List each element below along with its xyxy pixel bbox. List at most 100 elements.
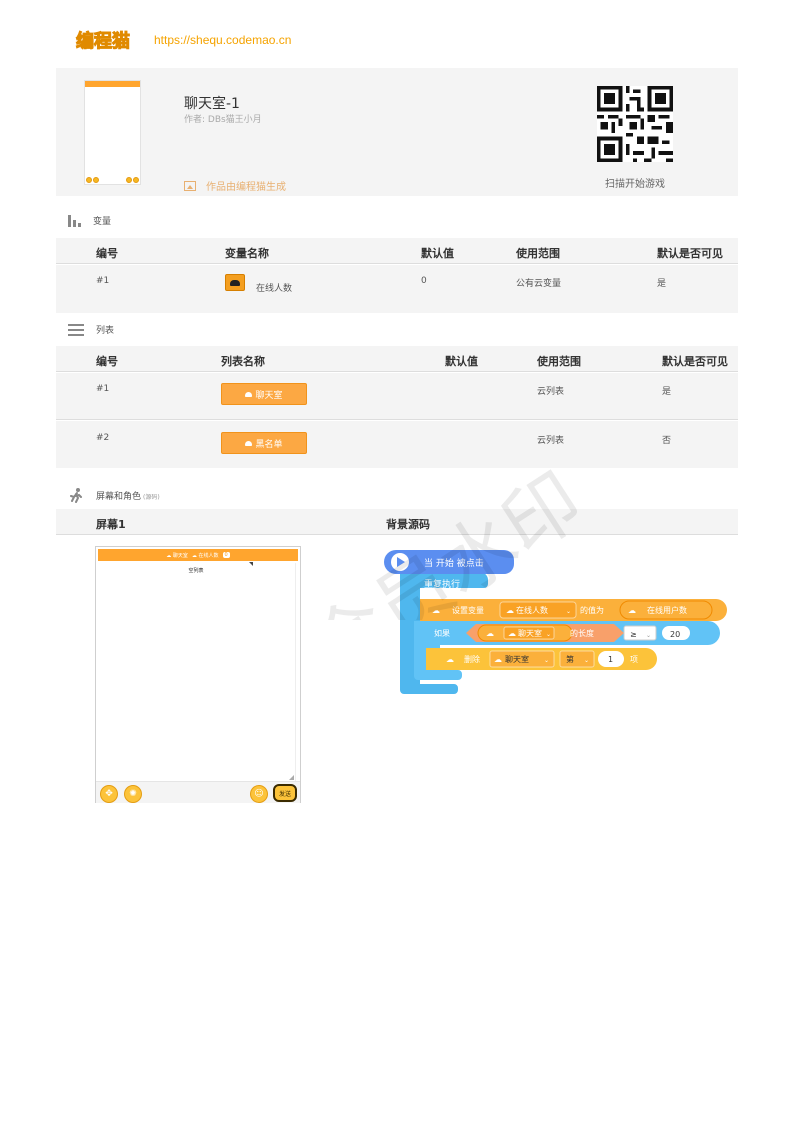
lists-section-title: 列表 bbox=[68, 323, 114, 336]
col-list-name: 列表名称 bbox=[221, 355, 265, 368]
generated-note: 作品由编程猫生成 bbox=[184, 178, 286, 193]
set-var-prefix: 设置变量 bbox=[452, 605, 484, 615]
resize-handle[interactable] bbox=[289, 775, 294, 780]
col-screen: 屏幕1 bbox=[96, 518, 126, 531]
screen-preview: ☁ 聊天室 ☁ 在线人数 0 空列表 ✥ ✺ ☺ 发送 bbox=[95, 546, 301, 803]
col-scope: 使用范围 bbox=[537, 355, 581, 368]
online-users-label: 在线用户数 bbox=[647, 605, 687, 615]
variables-title-label: 变量 bbox=[93, 217, 112, 227]
header: 编程猫 https://shequ.codemao.cn bbox=[76, 28, 292, 53]
code-blocks: 当 开始 被点击 重复执行 ☁ 设置变量 ☁ 在线人数 ⌄ 的值为 ☁ 在线用户… bbox=[384, 550, 727, 694]
chevron-down-icon: ⌄ bbox=[546, 631, 551, 638]
list-area bbox=[100, 563, 296, 781]
list-name-chip: 黑名单 bbox=[221, 432, 307, 454]
delete-prefix: 删除 bbox=[464, 654, 480, 664]
variables-section-title: 变量 bbox=[68, 214, 111, 227]
screen-bottom-bar: ✥ ✺ ☺ 发送 bbox=[96, 781, 300, 803]
send-button[interactable]: 发送 bbox=[273, 784, 297, 802]
codemao-logo: 编程猫 bbox=[76, 31, 131, 53]
chevron-down-icon: ⌄ bbox=[584, 657, 589, 664]
cloud-icon: ☁ bbox=[494, 655, 502, 664]
var-scope: 公有云变量 bbox=[516, 279, 562, 289]
operator-dropdown[interactable] bbox=[623, 625, 657, 641]
list-name-chip: 聊天室 bbox=[221, 383, 307, 405]
lists-table-header: 编号 列表名称 默认值 使用范围 默认是否可见 bbox=[56, 346, 738, 372]
site-url[interactable]: https://shequ.codemao.cn bbox=[154, 33, 291, 47]
chevron-down-icon: ⌄ bbox=[566, 608, 571, 615]
compare-value: 20 bbox=[670, 630, 680, 639]
list-id: #1 bbox=[96, 384, 110, 394]
delete-suffix: 项 bbox=[630, 655, 638, 664]
cloud-variable-icon bbox=[225, 274, 245, 291]
table-row: #1 在线人数 0 公有云变量 是 bbox=[56, 265, 738, 313]
project-author: 作者: DBs猫王小月 bbox=[184, 115, 262, 125]
cloud-icon: ☁ bbox=[432, 606, 440, 615]
cloud-icon: ☁ bbox=[508, 629, 516, 638]
col-id: 编号 bbox=[96, 247, 118, 260]
screens-section-title: 屏幕和角色 (源码) bbox=[68, 487, 160, 503]
thumbnail-left-buttons bbox=[86, 177, 99, 183]
delete-index: 1 bbox=[608, 655, 613, 664]
screens-title-label: 屏幕和角色 bbox=[96, 491, 142, 502]
settings-button[interactable]: ✺ bbox=[124, 785, 142, 803]
screen-top-bar: ☁ 聊天室 ☁ 在线人数 0 bbox=[98, 549, 298, 561]
chevron-down-icon: ⌄ bbox=[544, 657, 549, 664]
chat-tag: ☁ 聊天室 bbox=[166, 552, 188, 559]
col-default: 默认值 bbox=[421, 247, 454, 260]
emoji-button[interactable]: ☺ bbox=[250, 785, 268, 803]
list-scope: 云列表 bbox=[537, 436, 565, 446]
delete-list-name: 聊天室 bbox=[505, 654, 529, 664]
col-visible: 默认是否可见 bbox=[657, 247, 723, 260]
if-middle: 的长度 bbox=[570, 628, 594, 638]
image-icon bbox=[184, 180, 196, 191]
operator-label: ≥ bbox=[630, 630, 637, 639]
empty-list-label: 空列表 bbox=[188, 568, 204, 574]
cloud-icon bbox=[245, 440, 253, 446]
var-default: 0 bbox=[421, 276, 427, 286]
table-row: #2 黑名单 云列表 否 bbox=[56, 421, 738, 468]
list-scope: 云列表 bbox=[537, 387, 565, 397]
list-visible: 否 bbox=[662, 436, 672, 446]
online-value: 0 bbox=[222, 552, 230, 558]
cloud-icon: ☁ bbox=[506, 606, 514, 615]
project-thumbnail bbox=[84, 80, 141, 185]
running-person-icon bbox=[70, 488, 82, 503]
if-list-name: 聊天室 bbox=[518, 628, 542, 638]
set-var-middle: 的值为 bbox=[580, 605, 604, 615]
col-var-name: 变量名称 bbox=[225, 247, 269, 260]
screens-title-note: (源码) bbox=[143, 493, 160, 501]
online-tag: ☁ 在线人数 bbox=[191, 552, 219, 559]
loop-label: 重复执行 bbox=[424, 578, 460, 590]
cloud-icon: ☁ bbox=[446, 655, 454, 664]
qr-code[interactable] bbox=[597, 86, 673, 162]
cloud-icon: ☁ bbox=[486, 629, 494, 638]
chevron-down-icon: ⌄ bbox=[646, 632, 651, 639]
col-id: 编号 bbox=[96, 355, 118, 368]
bar-chart-icon bbox=[68, 214, 81, 227]
cloud-icon: ☁ bbox=[628, 606, 636, 615]
col-source: 背景源码 bbox=[386, 518, 430, 531]
hat-label: 当 开始 被点击 bbox=[424, 557, 484, 569]
generated-text: 作品由编程猫生成 bbox=[206, 182, 286, 193]
delete-index-label: 第 bbox=[566, 654, 574, 664]
cloud-icon bbox=[245, 391, 253, 397]
qr-caption: 扫描开始游戏 bbox=[605, 179, 665, 190]
table-row: #1 聊天室 云列表 是 bbox=[56, 373, 738, 420]
list-visible: 是 bbox=[662, 387, 672, 397]
project-title: 聊天室-1 bbox=[184, 96, 240, 112]
lists-title-label: 列表 bbox=[96, 326, 115, 336]
screens-table-header: 屏幕1 背景源码 bbox=[56, 509, 738, 535]
list-icon bbox=[68, 323, 84, 336]
if-prefix: 如果 bbox=[434, 628, 450, 638]
project-card: 聊天室-1 作者: DBs猫王小月 作品由编程猫生成 扫描开始游戏 bbox=[56, 68, 738, 196]
list-id: #2 bbox=[96, 433, 110, 443]
var-name: 在线人数 bbox=[256, 284, 293, 294]
move-button[interactable]: ✥ bbox=[100, 785, 118, 803]
var-id: #1 bbox=[96, 276, 110, 286]
thumbnail-top-bar bbox=[85, 81, 140, 87]
col-scope: 使用范围 bbox=[516, 247, 560, 260]
thumbnail-right-buttons bbox=[126, 177, 139, 183]
set-var-name: 在线人数 bbox=[516, 605, 548, 615]
col-visible: 默认是否可见 bbox=[662, 355, 728, 368]
col-default: 默认值 bbox=[445, 355, 478, 368]
